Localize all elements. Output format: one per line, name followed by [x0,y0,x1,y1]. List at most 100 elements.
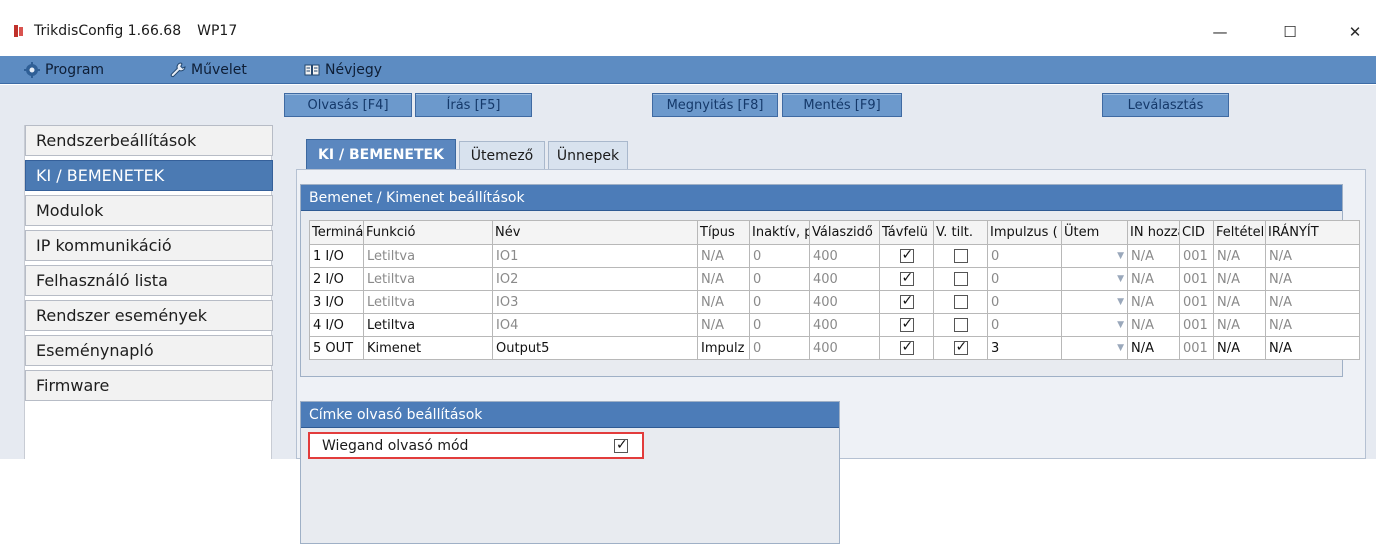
cell-utem[interactable]: ▼ [1061,244,1128,268]
close-button[interactable]: ✕ [1335,18,1375,46]
write-button[interactable]: Írás [F5] [415,93,532,117]
cell-tavfelugyelet[interactable] [879,336,934,360]
cell-vtilt[interactable] [933,336,988,360]
cell-vtilt[interactable] [933,290,988,314]
cell-vtilt[interactable] [933,267,988,291]
col-header-inaktiv[interactable]: Inaktív, p [749,220,810,245]
dropdown-arrow-icon[interactable]: ▼ [1117,251,1124,261]
sidebar-item-esemenynaplo[interactable]: Eseménynapló [25,335,273,366]
cell-inaktiv[interactable]: 0 [749,290,810,314]
cell-in[interactable]: N/A [1127,267,1180,291]
cell-in[interactable]: N/A [1127,290,1180,314]
menu-program[interactable]: Program [24,60,104,80]
col-header-valaszido[interactable]: Válaszidő [809,220,880,245]
col-header-feltetel[interactable]: Feltétel [1213,220,1266,245]
cell-funkcio[interactable]: Letiltva [363,244,493,268]
wiegand-mode-checkbox[interactable] [614,437,628,453]
cell-feltetel[interactable]: N/A [1213,244,1266,268]
tab-utemezo[interactable]: Ütemező [459,141,545,169]
read-button[interactable]: Olvasás [F4] [284,93,412,117]
cell-cid[interactable]: 001 [1179,290,1214,314]
sidebar-item-felhasznalo-lista[interactable]: Felhasználó lista [25,265,273,296]
tavfelugyelet-checkbox[interactable] [899,293,914,309]
open-button[interactable]: Megnyitás [F8] [652,93,778,117]
col-header-tavfelugyelet[interactable]: Távfelü [879,220,934,245]
cell-feltetel[interactable]: N/A [1213,267,1266,291]
cell-funkcio[interactable]: Letiltva [363,313,493,337]
cell-tipus[interactable]: Impulz [697,336,750,360]
cell-nev[interactable]: Output5 [492,336,698,360]
vtilt-checkbox[interactable] [953,339,968,355]
cell-impulzus[interactable]: 0 [987,244,1062,268]
dropdown-arrow-icon[interactable]: ▼ [1117,274,1124,284]
col-header-iranyit[interactable]: IRÁNYÍT [1265,220,1360,245]
cell-funkcio[interactable]: Letiltva [363,290,493,314]
vtilt-checkbox[interactable] [953,318,968,332]
cell-cid[interactable]: 001 [1179,336,1214,360]
cell-nev[interactable]: IO4 [492,313,698,337]
cell-nev[interactable]: IO1 [492,244,698,268]
sidebar-item-ip-kommunikacio[interactable]: IP kommunikáció [25,230,273,261]
col-header-nev[interactable]: Név [492,220,698,245]
dropdown-arrow-icon[interactable]: ▼ [1117,343,1124,353]
dropdown-arrow-icon[interactable]: ▼ [1117,320,1124,330]
cell-tipus[interactable]: N/A [697,290,750,314]
col-header-utem[interactable]: Ütem [1061,220,1128,245]
cell-valaszido[interactable]: 400 [809,244,880,268]
cell-valaszido[interactable]: 400 [809,267,880,291]
cell-tipus[interactable]: N/A [697,244,750,268]
cell-iranyit[interactable]: N/A [1265,290,1360,314]
cell-valaszido[interactable]: 400 [809,313,880,337]
vtilt-checkbox[interactable] [953,295,968,309]
cell-inaktiv[interactable]: 0 [749,244,810,268]
sidebar-item-ki-bemenetek[interactable]: KI / BEMENETEK [25,160,273,191]
cell-tavfelugyelet[interactable] [879,313,934,337]
cell-iranyit[interactable]: N/A [1265,336,1360,360]
col-header-in[interactable]: IN hozzá [1127,220,1180,245]
tavfelugyelet-checkbox[interactable] [899,339,914,355]
menu-nevjegy[interactable]: Névjegy [304,60,382,80]
col-header-tipus[interactable]: Típus [697,220,750,245]
cell-tavfelugyelet[interactable] [879,267,934,291]
cell-feltetel[interactable]: N/A [1213,313,1266,337]
disconnect-button[interactable]: Leválasztás [1102,93,1229,117]
cell-tipus[interactable]: N/A [697,267,750,291]
cell-inaktiv[interactable]: 0 [749,267,810,291]
tab-ki-bemenetek[interactable]: KI / BEMENETEK [306,139,456,169]
tavfelugyelet-checkbox[interactable] [899,270,914,286]
vtilt-checkbox[interactable] [953,249,968,263]
cell-feltetel[interactable]: N/A [1213,336,1266,360]
cell-cid[interactable]: 001 [1179,267,1214,291]
cell-valaszido[interactable]: 400 [809,290,880,314]
cell-vtilt[interactable] [933,244,988,268]
cell-funkcio[interactable]: Letiltva [363,267,493,291]
sidebar-item-rendszer-esemenyek[interactable]: Rendszer események [25,300,273,331]
col-header-vtilt[interactable]: V. tilt. [933,220,988,245]
wiegand-mode-row[interactable]: Wiegand olvasó mód [308,432,644,459]
cell-feltetel[interactable]: N/A [1213,290,1266,314]
cell-in[interactable]: N/A [1127,336,1180,360]
cell-cid[interactable]: 001 [1179,313,1214,337]
cell-funkcio[interactable]: Kimenet [363,336,493,360]
tavfelugyelet-checkbox[interactable] [899,247,914,263]
minimize-button[interactable]: — [1200,18,1240,46]
sidebar-item-firmware[interactable]: Firmware [25,370,273,401]
cell-iranyit[interactable]: N/A [1265,244,1360,268]
col-header-terminal[interactable]: Terminál [309,220,364,245]
vtilt-checkbox[interactable] [953,272,968,286]
col-header-cid[interactable]: CID [1179,220,1214,245]
cell-vtilt[interactable] [933,313,988,337]
col-header-impulzus[interactable]: Impulzus ( [987,220,1062,245]
cell-iranyit[interactable]: N/A [1265,313,1360,337]
cell-utem[interactable]: ▼ [1061,290,1128,314]
tab-unnepek[interactable]: Ünnepek [548,141,628,169]
cell-valaszido[interactable]: 400 [809,336,880,360]
maximize-button[interactable]: ☐ [1270,18,1310,46]
sidebar-item-rendszerbeallitasok[interactable]: Rendszerbeállítások [25,125,273,156]
col-header-funkcio[interactable]: Funkció [363,220,493,245]
cell-utem[interactable]: ▼ [1061,313,1128,337]
cell-iranyit[interactable]: N/A [1265,267,1360,291]
dropdown-arrow-icon[interactable]: ▼ [1117,297,1124,307]
cell-tipus[interactable]: N/A [697,313,750,337]
tavfelugyelet-checkbox[interactable] [899,316,914,332]
